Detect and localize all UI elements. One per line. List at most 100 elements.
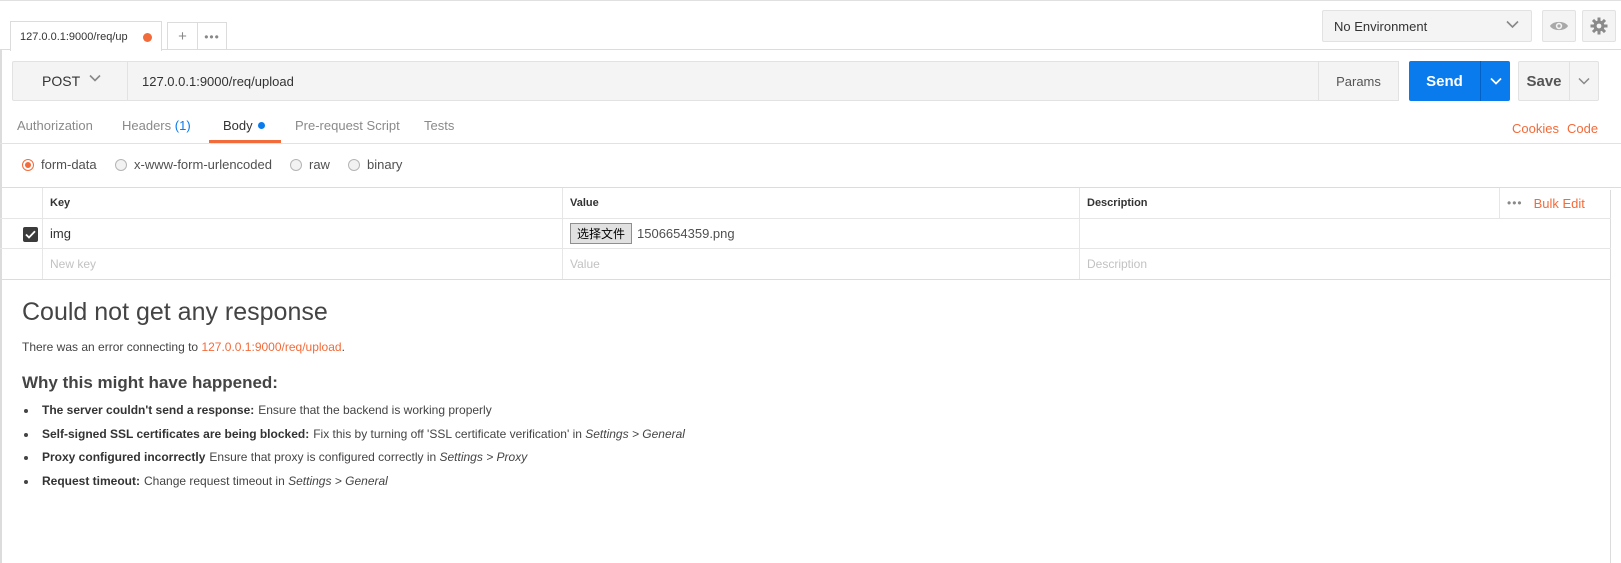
reasons-list: The server couldn't send a response: Ensu… (22, 403, 1022, 497)
new-key-placeholder: New key (50, 257, 97, 271)
save-button[interactable]: Save (1518, 61, 1570, 101)
environment-select-value: No Environment (1334, 19, 1428, 34)
tab-body[interactable]: Body (223, 118, 265, 133)
manage-environments-button[interactable] (1582, 10, 1616, 42)
row-enabled-checkbox[interactable] (23, 227, 38, 242)
url-input[interactable] (129, 62, 1329, 100)
list-item: The server couldn't send a response: Ensu… (22, 403, 1022, 427)
reason-settings-path: Settings > Proxy (439, 450, 528, 464)
body-type-label: x-www-form-urlencoded (134, 157, 272, 172)
response-title: Could not get any response (22, 298, 328, 326)
reason-text: Change request timeout in (144, 473, 289, 488)
chevron-down-icon (89, 74, 101, 82)
tab-body-label: Body (223, 118, 253, 133)
radio-unchecked-icon (290, 158, 302, 171)
checkmark-icon (25, 230, 36, 239)
top-bar: 127.0.0.1:9000/req/up + ••• No Environme… (0, 0, 1621, 51)
selected-file-name: 1506654359.png (637, 226, 735, 241)
row-value-cell: 选择文件 1506654359.png (562, 219, 1079, 248)
body-type-raw[interactable]: raw (290, 157, 330, 172)
request-subtabs: Authorization Headers (1) Body Pre-reque… (0, 106, 1621, 144)
new-value-placeholder: Value (570, 257, 600, 271)
body-type-form-data[interactable]: form-data (22, 157, 97, 172)
table-row-new: New key Value Description (0, 249, 1611, 279)
cookies-link[interactable]: Cookies (1512, 121, 1559, 136)
environment-select[interactable]: No Environment (1322, 10, 1532, 42)
tab-tests[interactable]: Tests (424, 118, 454, 133)
column-header-value: Value (562, 188, 1079, 218)
chevron-down-icon (1489, 77, 1502, 85)
send-options-button[interactable] (1480, 61, 1510, 101)
request-url-bar: POST (12, 61, 1329, 101)
reason-text: Ensure that proxy is configured correctl… (209, 450, 440, 464)
code-link[interactable]: Code (1567, 121, 1598, 136)
response-error-message: There was an error connecting to 127.0.0… (22, 340, 1022, 354)
reason-settings-path: Settings > General (288, 473, 388, 488)
reason-title: Self-signed SSL certificates are being b… (42, 426, 310, 441)
list-item: Self-signed SSL certificates are being b… (22, 427, 1022, 451)
gear-icon (1590, 17, 1608, 35)
body-type-urlencoded[interactable]: x-www-form-urlencoded (115, 157, 272, 172)
error-url-link[interactable]: 127.0.0.1:9000/req/upload (201, 340, 341, 354)
tab-authorization[interactable]: Authorization (17, 118, 93, 133)
error-suffix: . (341, 340, 345, 354)
body-type-label: binary (367, 157, 403, 172)
body-type-binary[interactable]: binary (348, 157, 402, 172)
response-panel: Could not get any response There was an … (22, 298, 1022, 497)
why-title: Why this might have happened: (22, 373, 278, 392)
body-type-label: raw (309, 157, 330, 172)
bulk-edit-link[interactable]: Bulk Edit (1534, 196, 1585, 211)
reason-title: Request timeout: (42, 473, 141, 488)
list-item: Request timeout: Change request timeout i… (22, 474, 1022, 498)
table-actions: ••• Bulk Edit (1499, 188, 1611, 218)
tab-headers[interactable]: Headers (1) (122, 118, 191, 133)
tab-pre-request-script[interactable]: Pre-request Script (295, 118, 400, 133)
new-key-input[interactable]: New key (42, 249, 562, 279)
request-tab-title: 127.0.0.1:9000/req/up (20, 31, 128, 43)
send-button[interactable]: Send (1409, 61, 1480, 101)
new-description-input[interactable]: Description (1079, 249, 1499, 279)
new-value-input[interactable]: Value (562, 249, 1079, 279)
request-tab[interactable]: 127.0.0.1:9000/req/up (10, 21, 162, 51)
active-tab-underline (209, 140, 281, 143)
body-indicator-dot-icon (257, 122, 265, 129)
column-header-value-label: Value (570, 197, 599, 209)
row-key-cell[interactable]: img (42, 219, 562, 248)
new-description-placeholder: Description (1087, 257, 1148, 271)
method-value: POST (42, 73, 81, 89)
list-item: Proxy configured incorrectly Ensure that … (22, 450, 1022, 474)
reason-text: Ensure that the backend is working prope… (258, 403, 492, 417)
eye-icon (1550, 21, 1568, 31)
choose-file-button[interactable]: 选择文件 (570, 223, 633, 244)
error-prefix: There was an error connecting to (22, 340, 202, 354)
row-key-value: img (50, 226, 71, 241)
tab-actions: + ••• (167, 22, 227, 50)
unsaved-dot-icon (143, 33, 152, 42)
body-type-selector: form-data x-www-form-urlencoded raw bina… (0, 144, 1621, 188)
chevron-down-icon (1506, 20, 1519, 29)
headers-count-badge: (1) (174, 118, 191, 133)
radio-checked-icon (22, 158, 34, 171)
row-description-cell[interactable] (1079, 219, 1499, 248)
chevron-down-icon (1578, 77, 1590, 85)
column-header-description-label: Description (1087, 197, 1148, 209)
params-button[interactable]: Params (1318, 61, 1399, 101)
body-type-label: form-data (41, 157, 97, 172)
new-tab-button[interactable]: + (168, 23, 197, 50)
form-data-table: Key Value Description ••• Bulk Edit img … (0, 188, 1611, 280)
save-options-button[interactable] (1569, 61, 1599, 101)
table-more-button[interactable]: ••• (1507, 196, 1523, 210)
tab-more-button[interactable]: ••• (196, 23, 226, 50)
environment-quick-look-button[interactable] (1542, 10, 1576, 42)
column-header-description: Description (1079, 188, 1499, 218)
tab-headers-label: Headers (122, 118, 172, 133)
radio-unchecked-icon (115, 158, 127, 171)
reason-title: The server couldn't send a response: (42, 403, 255, 417)
table-header-row: Key Value Description ••• Bulk Edit (0, 188, 1611, 219)
radio-unchecked-icon (348, 158, 360, 171)
table-row: img 选择文件 1506654359.png (0, 219, 1611, 249)
column-header-key: Key (42, 188, 562, 218)
method-select[interactable]: POST (13, 62, 128, 100)
reason-settings-path: Settings > General (585, 426, 685, 441)
column-header-key-label: Key (50, 197, 71, 209)
